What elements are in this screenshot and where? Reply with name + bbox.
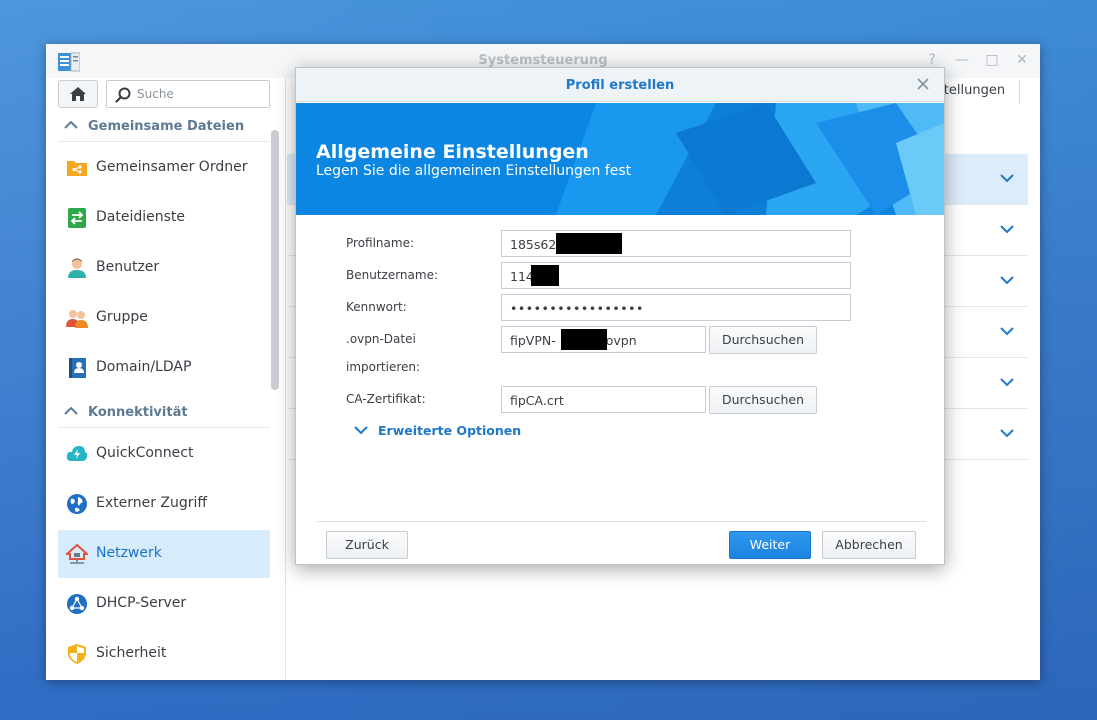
dialog-title: Profil erstellen [565, 78, 675, 93]
banner-title: Allgemeine Einstellungen [316, 141, 589, 163]
window-close-button[interactable]: ✕ [1014, 52, 1030, 68]
sidebar-item-shared-folder[interactable]: Gemeinsamer Ordner [58, 144, 270, 192]
sidebar-item-group[interactable]: Gruppe [58, 294, 270, 342]
browse-ovpn-button[interactable]: Durchsuchen [709, 326, 817, 354]
redaction-box [556, 233, 622, 254]
search-icon [115, 87, 131, 103]
chevron-up-icon [64, 406, 78, 415]
tab-divider [1019, 80, 1020, 104]
shared-folder-icon [67, 161, 87, 176]
advanced-options-label: Erweiterte Optionen [378, 423, 522, 438]
sidebar-item-label: Sicherheit [96, 645, 167, 661]
maximize-button[interactable]: □ [984, 52, 1000, 68]
search-input[interactable] [137, 85, 265, 103]
sidebar-item-label: Netzwerk [96, 545, 162, 561]
dhcp-server-icon [67, 594, 87, 614]
profile-name-input[interactable]: 185s62 [501, 230, 851, 257]
ca-cert-label: CA-Zertifikat: [346, 392, 426, 406]
section-header-connectivity[interactable]: Konnektivität [58, 398, 270, 428]
sidebar-item-label: Domain/LDAP [96, 359, 192, 375]
ovpn-label-cont: importieren: [346, 360, 421, 374]
wizard-banner: Allgemeine Einstellungen Legen Sie die a… [296, 103, 944, 215]
ca-cert-input[interactable]: fipCA.crt [501, 386, 706, 413]
network-icon [66, 543, 88, 564]
password-value: ••••••••••••••••• [510, 301, 644, 316]
tab-settings[interactable]: stellungen [937, 83, 1005, 98]
banner-subtitle: Legen Sie die allgemeinen Einstellungen … [316, 163, 632, 179]
sidebar-item-domain-ldap[interactable]: Domain/LDAP [58, 344, 270, 392]
create-profile-dialog: Profil erstellen Allgemeine Einstellunge… [295, 67, 945, 565]
window-title: Systemsteuerung [478, 53, 608, 68]
domain-ldap-icon [69, 358, 86, 378]
sidebar: Gemeinsame Dateien Gemeinsamer Ordner Da… [46, 78, 286, 680]
sidebar-scrollbar[interactable] [271, 130, 279, 390]
username-input[interactable]: 114 [501, 262, 851, 289]
chevron-down-icon [354, 426, 368, 435]
sidebar-item-dhcp-server[interactable]: DHCP-Server [58, 580, 270, 628]
username-label: Benutzername: [346, 268, 439, 282]
sidebar-item-label: Dateidienste [96, 209, 186, 225]
file-services-icon [68, 208, 86, 228]
profile-name-label: Profilname: [346, 236, 415, 250]
external-access-icon [67, 494, 87, 514]
redaction-box [531, 265, 559, 286]
ovpn-value-prefix: fipVPN- [510, 333, 556, 348]
ovpn-label: .ovpn-Datei [346, 332, 416, 346]
browse-ca-button[interactable]: Durchsuchen [709, 386, 817, 414]
ovpn-file-input[interactable]: fipVPN- .ovpn [501, 326, 706, 353]
password-input[interactable]: ••••••••••••••••• [501, 294, 851, 321]
cancel-button[interactable]: Abbrechen [822, 531, 916, 559]
help-button[interactable]: ? [924, 52, 940, 68]
group-icon [66, 310, 88, 328]
home-icon [70, 87, 86, 101]
sidebar-item-label: Externer Zugriff [96, 495, 208, 511]
sidebar-item-security[interactable]: Sicherheit [58, 630, 270, 678]
sidebar-item-quickconnect[interactable]: QuickConnect [58, 430, 270, 478]
password-label: Kennwort: [346, 300, 407, 314]
chevron-up-icon [64, 120, 78, 129]
next-button[interactable]: Weiter [729, 531, 811, 559]
footer-divider [316, 521, 926, 522]
sidebar-item-user[interactable]: Benutzer [58, 244, 270, 292]
ca-cert-value: fipCA.crt [510, 393, 564, 408]
chevron-down-icon [1000, 327, 1014, 336]
back-button[interactable]: Zurück [326, 531, 408, 559]
shield-icon [68, 644, 86, 664]
section-label: Konnektivität [88, 405, 188, 420]
profile-name-value: 185s62 [510, 237, 557, 252]
section-header-shared-files[interactable]: Gemeinsame Dateien [58, 112, 270, 142]
sidebar-item-network[interactable]: Netzwerk [58, 530, 270, 578]
chevron-down-icon [1000, 429, 1014, 438]
sidebar-item-file-services[interactable]: Dateidienste [58, 194, 270, 242]
sidebar-item-label: DHCP-Server [96, 595, 187, 611]
sidebar-item-label: Benutzer [96, 259, 160, 275]
close-icon[interactable] [916, 77, 930, 91]
redaction-box [561, 329, 607, 350]
minimize-button[interactable]: — [954, 52, 970, 68]
dialog-titlebar: Profil erstellen [296, 68, 944, 102]
chevron-down-icon [1000, 225, 1014, 234]
sidebar-item-label: QuickConnect [96, 445, 194, 461]
home-button[interactable] [58, 80, 98, 108]
search-field[interactable] [106, 80, 270, 108]
chevron-down-icon [1000, 174, 1014, 183]
chevron-down-icon [1000, 276, 1014, 285]
sidebar-item-external-access[interactable]: Externer Zugriff [58, 480, 270, 528]
sidebar-item-label: Gruppe [96, 309, 148, 325]
section-label: Gemeinsame Dateien [88, 119, 245, 134]
sidebar-item-label: Gemeinsamer Ordner [96, 159, 248, 175]
user-icon [68, 258, 86, 278]
quickconnect-icon [66, 446, 88, 461]
chevron-down-icon [1000, 378, 1014, 387]
